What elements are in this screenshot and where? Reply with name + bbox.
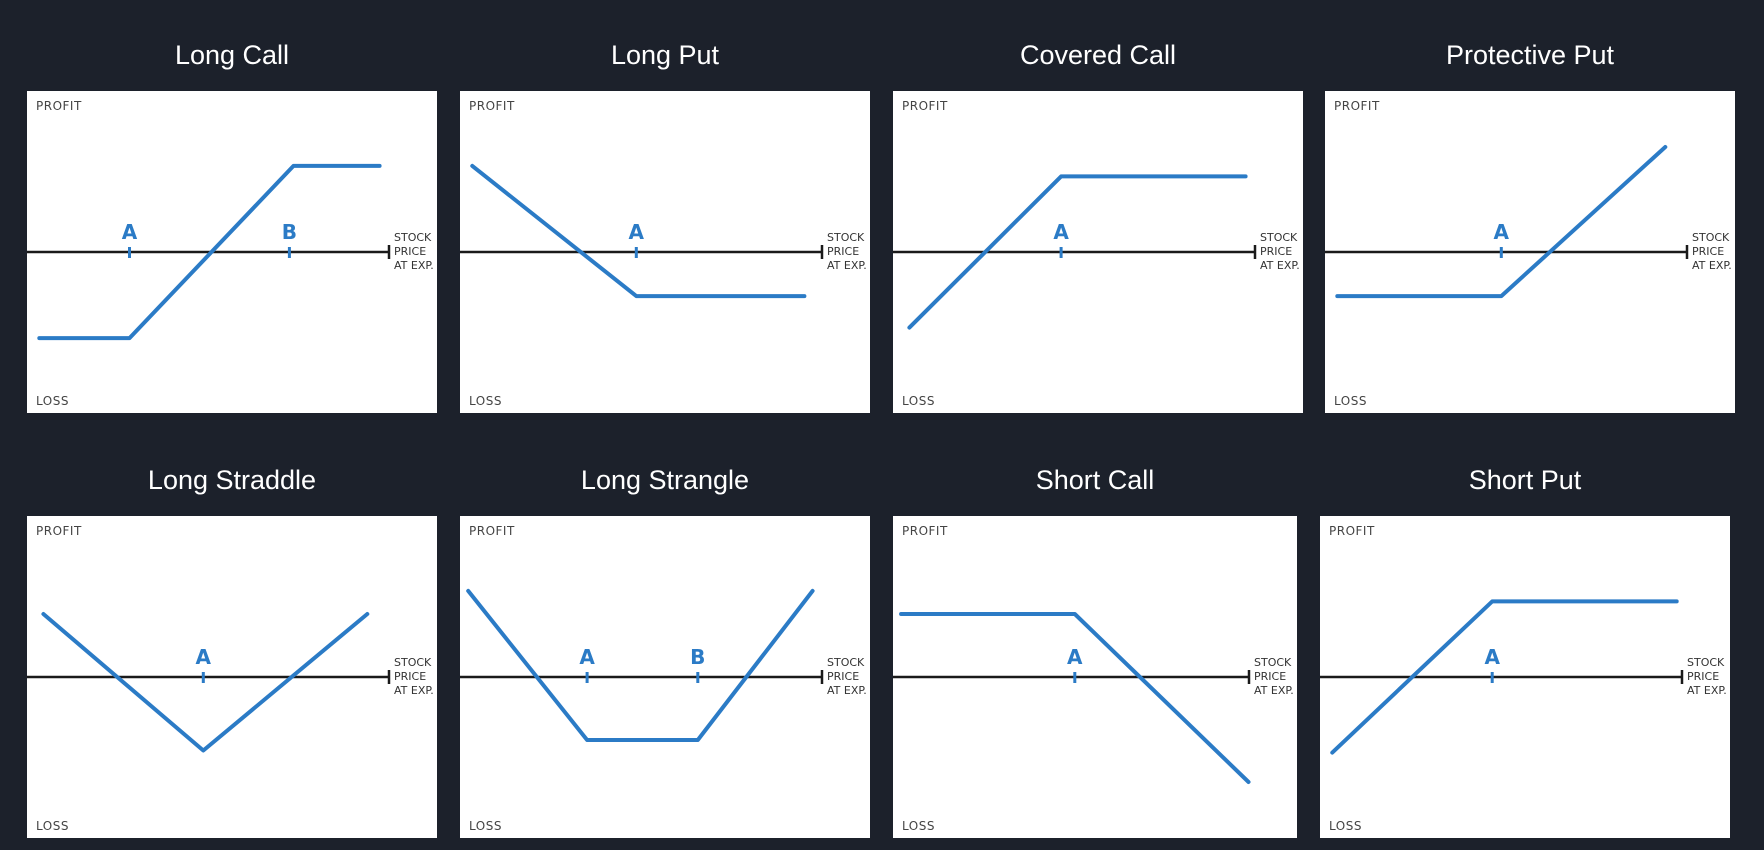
loss-label: LOSS (36, 819, 69, 833)
x-axis-label-line: AT EXP. (1254, 684, 1294, 697)
payoff-diagram: A PROFIT LOSS STOCK PRICE AT EXP. (460, 91, 870, 413)
x-axis-label-line: STOCK (1260, 231, 1298, 244)
strike-label: B (690, 645, 706, 669)
panel-title: Long Call (174, 40, 290, 70)
panel-long-call: Long Call A B PROFIT LOSS STOCK PRICE AT EXP. (27, 35, 437, 413)
x-axis-label-line: PRICE (827, 245, 860, 258)
x-axis-label-line: PRICE (394, 670, 427, 683)
profit-label: PROFIT (469, 99, 515, 113)
payoff-diagram: A PROFIT LOSS STOCK PRICE AT EXP. (1325, 91, 1735, 413)
profit-label: PROFIT (1329, 524, 1375, 538)
strike-label: B (281, 220, 298, 244)
payoff-diagram: A PROFIT LOSS STOCK PRICE AT EXP. (1320, 516, 1730, 838)
strike-label: A (121, 220, 138, 244)
x-axis-label-line: PRICE (1254, 670, 1287, 683)
x-axis-label-line: PRICE (394, 245, 427, 258)
loss-label: LOSS (469, 394, 502, 408)
x-axis-label-line: STOCK (1687, 656, 1725, 669)
panel-title: Short Put (1468, 465, 1582, 495)
payoff-diagram: A PROFIT LOSS STOCK PRICE AT EXP. (893, 91, 1303, 413)
payoff-line (41, 612, 370, 753)
payoff-line (466, 588, 815, 742)
x-axis-label-line: AT EXP. (394, 684, 434, 697)
x-axis-label: STOCK PRICE AT EXP. (1260, 231, 1300, 273)
panel-long-strangle: Long Strangle A B PROFIT LOSS STOCK PRICE AT E… (460, 460, 870, 838)
payoff-svg (27, 163, 391, 341)
x-axis-label: STOCK PRICE AT EXP. (1254, 656, 1294, 698)
panel-long-straddle: Long Straddle A PROFIT LOSS STOCK PRICE AT EX… (27, 460, 437, 838)
panel-short-put: Short Put A PROFIT LOSS STOCK PRICE AT EXP. (1320, 460, 1730, 838)
x-axis-label-line: PRICE (1260, 245, 1293, 258)
strike-label: A (1493, 220, 1510, 244)
payoff-svg (1325, 145, 1689, 299)
profit-label: PROFIT (469, 524, 515, 538)
payoff-line (899, 612, 1251, 784)
payoff-diagram: A B PROFIT LOSS STOCK PRICE AT EXP. (460, 516, 870, 838)
x-axis-label-line: AT EXP. (1692, 259, 1732, 272)
payoff-svg (460, 163, 824, 299)
panel-protective-put: Protective Put A PROFIT LOSS STOCK PRICE AT E… (1325, 35, 1735, 413)
panel-title: Covered Call (1019, 40, 1177, 70)
payoff-svg (893, 174, 1257, 330)
profit-label: PROFIT (36, 99, 82, 113)
x-axis-label: STOCK PRICE AT EXP. (1692, 231, 1732, 273)
profit-label: PROFIT (902, 524, 948, 538)
payoff-svg (460, 588, 824, 742)
x-axis-label: STOCK PRICE AT EXP. (394, 231, 434, 273)
strike-label: A (628, 220, 645, 244)
x-axis-label: STOCK PRICE AT EXP. (1687, 656, 1727, 698)
x-axis-label: STOCK PRICE AT EXP. (827, 231, 867, 273)
loss-label: LOSS (36, 394, 69, 408)
x-axis-label-line: PRICE (827, 670, 860, 683)
panel-long-put: Long Put A PROFIT LOSS STOCK PRICE AT EXP. (460, 35, 870, 413)
x-axis-label-line: PRICE (1687, 670, 1720, 683)
strike-label: A (1484, 645, 1500, 669)
loss-label: LOSS (902, 819, 935, 833)
x-axis-label-line: AT EXP. (1687, 684, 1727, 697)
x-axis-label-line: STOCK (827, 656, 865, 669)
x-axis-label-line: STOCK (827, 231, 865, 244)
panel-title: Long Strangle (580, 465, 750, 495)
strike-label: A (1053, 220, 1069, 244)
loss-label: LOSS (1334, 394, 1367, 408)
payoff-diagram: A B PROFIT LOSS STOCK PRICE AT EXP. (27, 91, 437, 413)
profit-label: PROFIT (902, 99, 948, 113)
payoff-svg (893, 612, 1251, 784)
x-axis-label-line: AT EXP. (827, 684, 867, 697)
payoff-diagram: A PROFIT LOSS STOCK PRICE AT EXP. (27, 516, 437, 838)
x-axis-label: STOCK PRICE AT EXP. (394, 656, 434, 698)
loss-label: LOSS (469, 819, 502, 833)
panel-short-call: Short Call A PROFIT LOSS STOCK PRICE AT EXP. (893, 460, 1297, 838)
panel-covered-call: Covered Call A PROFIT LOSS STOCK PRICE AT EXP… (893, 35, 1303, 413)
payoff-diagram: A PROFIT LOSS STOCK PRICE AT EXP. (893, 516, 1297, 838)
x-axis-label-line: STOCK (394, 656, 432, 669)
strike-label: A (195, 645, 212, 669)
profit-label: PROFIT (36, 524, 82, 538)
x-axis-label-line: PRICE (1692, 245, 1725, 258)
x-axis-label-line: AT EXP. (827, 259, 867, 272)
strike-label: A (579, 645, 595, 669)
x-axis-label-line: STOCK (1254, 656, 1292, 669)
loss-label: LOSS (902, 394, 935, 408)
panel-title: Short Call (1035, 465, 1155, 495)
profit-label: PROFIT (1334, 99, 1380, 113)
panel-title: Protective Put (1445, 40, 1615, 70)
payoff-svg (1320, 599, 1684, 755)
x-axis-label-line: AT EXP. (1260, 259, 1300, 272)
payoff-svg (27, 612, 391, 753)
panel-title: Long Straddle (147, 465, 317, 495)
x-axis-label-line: STOCK (394, 231, 432, 244)
x-axis-label-line: STOCK (1692, 231, 1730, 244)
panel-title: Long Put (610, 40, 720, 70)
strike-label: A (1067, 645, 1083, 669)
x-axis-label: STOCK PRICE AT EXP. (827, 656, 867, 698)
loss-label: LOSS (1329, 819, 1362, 833)
x-axis-label-line: AT EXP. (394, 259, 434, 272)
